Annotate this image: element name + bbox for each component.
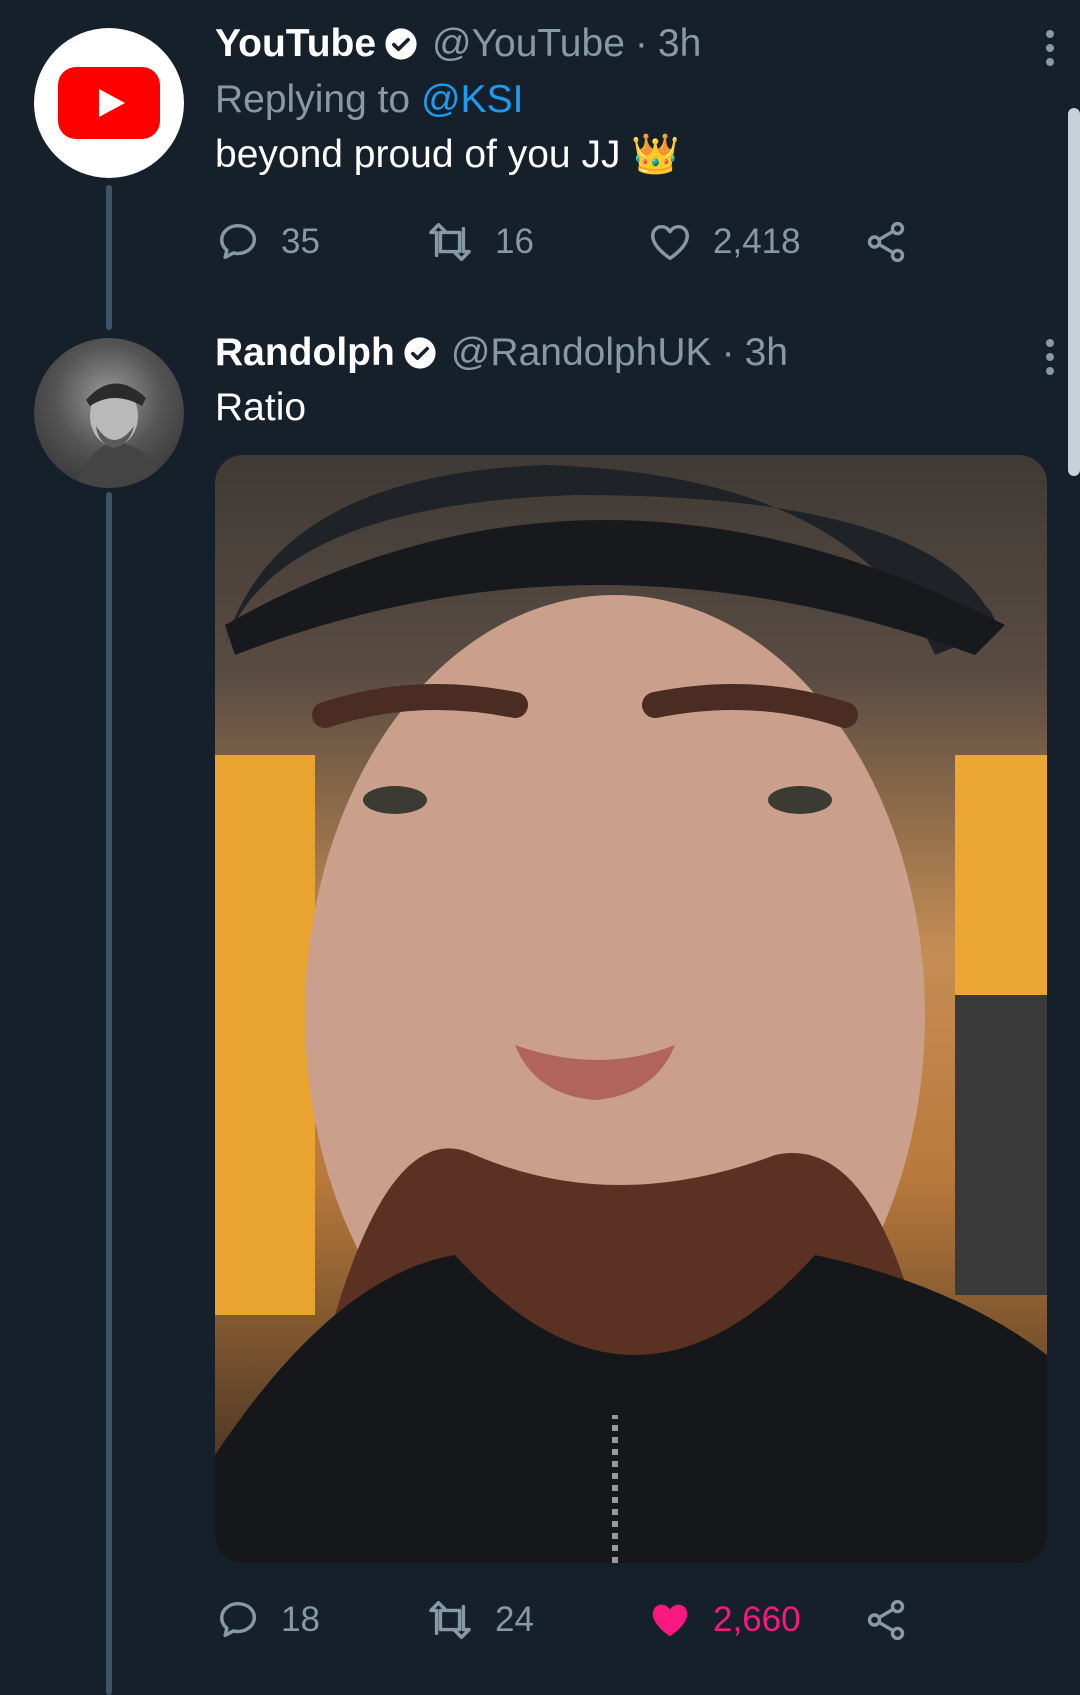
tweet-youtube[interactable]: YouTube @YouTube · 3h Replying to @KSI b… xyxy=(215,20,1054,272)
thread-connector-line xyxy=(106,185,112,330)
reply-count: 35 xyxy=(281,222,320,261)
tweet-actions: 18 24 2,660 xyxy=(215,1590,960,1650)
retweet-button[interactable]: 16 xyxy=(425,219,647,265)
retweet-icon xyxy=(429,1601,471,1639)
tweet-actions: 35 16 2,418 xyxy=(215,212,960,272)
tweet-text: Ratio xyxy=(215,386,307,429)
reply-count: 18 xyxy=(281,1600,320,1639)
profile-photo xyxy=(74,383,166,488)
separator-dot: · xyxy=(634,22,648,65)
share-icon xyxy=(867,221,905,263)
tweet-text: beyond proud of you JJ 👑 xyxy=(215,133,680,176)
retweet-icon xyxy=(429,223,471,261)
tweet-photo[interactable] xyxy=(215,455,1047,1563)
display-name[interactable]: Randolph xyxy=(215,329,395,377)
display-name[interactable]: YouTube xyxy=(215,20,376,68)
timestamp[interactable]: 3h xyxy=(745,329,788,377)
replying-to-label: Replying to xyxy=(215,78,411,121)
reply-icon xyxy=(219,1601,257,1638)
heart-filled-icon xyxy=(652,1604,688,1637)
avatar-youtube[interactable] xyxy=(34,28,184,178)
like-button[interactable]: 2,660 xyxy=(647,1597,863,1643)
youtube-logo-icon xyxy=(58,67,160,139)
more-options-icon[interactable] xyxy=(1045,339,1055,375)
reply-button[interactable]: 35 xyxy=(215,219,425,265)
user-handle[interactable]: @YouTube xyxy=(432,20,625,68)
tweet-header: Randolph @RandolphUK · 3h xyxy=(215,329,960,377)
tweet-header: YouTube @YouTube · 3h xyxy=(215,20,960,68)
verified-badge-icon xyxy=(385,28,417,60)
like-count: 2,418 xyxy=(713,222,801,261)
replying-to-mention[interactable]: @KSI xyxy=(421,78,523,121)
reply-icon xyxy=(219,223,257,260)
like-count: 2,660 xyxy=(713,1600,801,1639)
timestamp[interactable]: 3h xyxy=(658,20,701,68)
user-handle[interactable]: @RandolphUK xyxy=(451,329,712,377)
retweet-count: 16 xyxy=(495,222,534,261)
scrollbar[interactable] xyxy=(1068,108,1080,476)
retweet-count: 24 xyxy=(495,1600,534,1639)
retweet-button[interactable]: 24 xyxy=(425,1597,647,1643)
share-icon xyxy=(867,1599,905,1641)
share-button[interactable] xyxy=(863,1597,909,1643)
like-button[interactable]: 2,418 xyxy=(647,219,863,265)
tweet-randolph[interactable]: Randolph @RandolphUK · 3h Ratio xyxy=(215,329,1054,433)
photo-content xyxy=(215,465,1047,1563)
reply-button[interactable]: 18 xyxy=(215,1597,425,1643)
separator-dot: · xyxy=(721,331,735,374)
thread-connector-line xyxy=(106,492,112,1695)
share-button[interactable] xyxy=(863,219,909,265)
heart-icon xyxy=(651,224,689,261)
more-options-icon[interactable] xyxy=(1045,30,1055,66)
replying-to: Replying to @KSI xyxy=(215,76,960,124)
verified-badge-icon xyxy=(404,337,436,369)
avatar-randolph[interactable] xyxy=(34,338,184,488)
tweet-randolph-actions: 18 24 2,660 xyxy=(215,1590,960,1650)
